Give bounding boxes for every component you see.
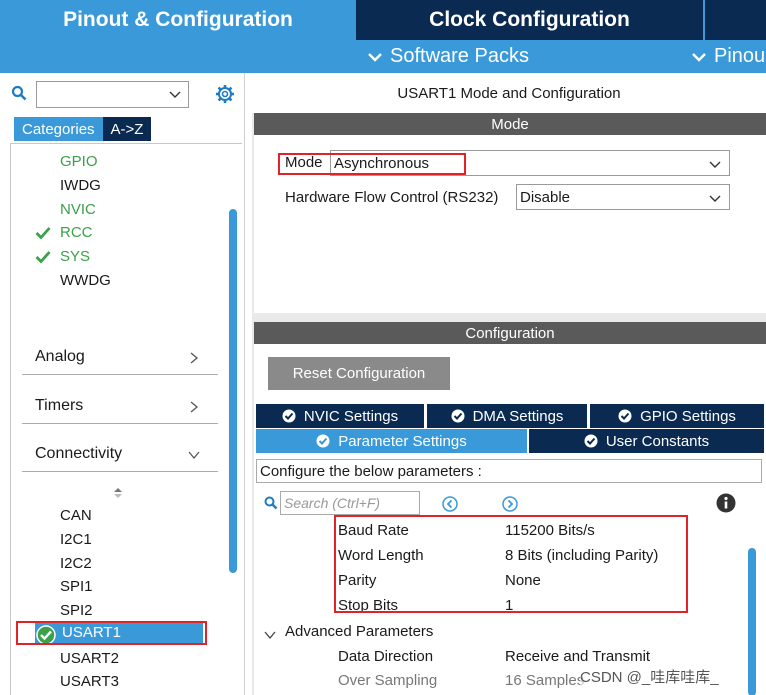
configuration-section: Reset Configuration NVIC Settings DMA Se… xyxy=(254,344,766,695)
pinout-menu[interactable]: Pinou xyxy=(692,40,765,73)
list-item-wwdg[interactable]: WWDG xyxy=(60,272,111,289)
chevron-down-icon xyxy=(188,448,200,460)
parameters-scrollbar[interactable] xyxy=(748,548,756,695)
category-tabs: Categories A->Z xyxy=(14,117,152,141)
tab-label: DMA Settings xyxy=(472,407,564,425)
tab-parameter-settings[interactable]: Parameter Settings xyxy=(256,429,527,453)
highlight-box xyxy=(16,621,207,645)
usart1-configuration-panel: USART1 Mode and Configuration Mode Mode … xyxy=(252,73,766,695)
sidebar-search-input[interactable] xyxy=(36,81,189,108)
parameter-search-input[interactable]: Search (Ctrl+F) xyxy=(280,491,420,515)
sort-icon[interactable] xyxy=(113,486,123,498)
check-circle-icon xyxy=(282,409,296,423)
group-analog[interactable]: Analog xyxy=(22,335,218,375)
list-item-iwdg[interactable]: IWDG xyxy=(60,177,101,194)
flow-control-select[interactable]: Disable xyxy=(516,184,730,210)
tab-label: Parameter Settings xyxy=(338,432,467,450)
check-icon xyxy=(35,226,51,240)
advanced-parameters-group[interactable]: Advanced Parameters xyxy=(285,623,433,640)
software-packs-label: Software Packs xyxy=(390,45,529,67)
tab-a-z[interactable]: A->Z xyxy=(102,117,152,141)
chevron-down-icon xyxy=(368,47,382,67)
param-over-sampling-label: Over Sampling xyxy=(338,672,438,689)
list-item-spi1[interactable]: SPI1 xyxy=(60,578,93,595)
category-sidebar: Categories A->Z GPIO IWDG NVIC RCC SYS W… xyxy=(0,73,245,695)
software-packs-menu[interactable]: Software Packs xyxy=(368,40,529,73)
tab-next[interactable] xyxy=(705,0,766,40)
check-icon xyxy=(35,250,51,264)
highlight-box xyxy=(278,153,466,175)
chevron-right-icon xyxy=(188,351,200,364)
tab-pinout-configuration[interactable]: Pinout & Configuration xyxy=(0,0,356,40)
list-item-i2c1[interactable]: I2C1 xyxy=(60,531,92,548)
previous-match-icon[interactable] xyxy=(442,496,458,512)
chevron-down-icon xyxy=(708,191,722,205)
sidebar-scrollbar[interactable] xyxy=(229,209,237,573)
check-circle-icon xyxy=(584,434,598,448)
param-over-sampling-value[interactable]: 16 Samples xyxy=(505,672,584,689)
list-item-i2c2[interactable]: I2C2 xyxy=(60,555,92,572)
param-data-direction-value[interactable]: Receive and Transmit xyxy=(505,648,650,665)
mode-section-header: Mode xyxy=(254,113,766,135)
info-icon[interactable] xyxy=(716,493,736,513)
search-icon[interactable] xyxy=(264,496,278,510)
group-label: Timers xyxy=(35,397,84,414)
chevron-down-icon[interactable] xyxy=(168,87,182,101)
flow-control-value: Disable xyxy=(520,188,571,206)
chevron-down-icon[interactable] xyxy=(264,628,276,640)
check-circle-icon xyxy=(451,409,465,423)
configuration-section-header: Configuration xyxy=(254,322,766,344)
group-label: Connectivity xyxy=(35,445,123,462)
list-item-gpio[interactable]: GPIO xyxy=(60,153,98,170)
reset-configuration-button[interactable]: Reset Configuration xyxy=(268,357,450,390)
list-item-rcc[interactable]: RCC xyxy=(60,224,93,241)
check-circle-icon xyxy=(316,434,330,448)
configure-hint: Configure the below parameters : xyxy=(256,459,762,483)
top-tab-bar: Pinout & Configuration Clock Configurati… xyxy=(0,0,766,73)
list-item-nvic[interactable]: NVIC xyxy=(60,201,96,218)
list-item-can[interactable]: CAN xyxy=(60,507,92,524)
tab-clock-configuration[interactable]: Clock Configuration xyxy=(356,0,703,40)
tab-categories[interactable]: Categories xyxy=(14,117,103,141)
tab-label: NVIC Settings xyxy=(303,407,399,425)
next-match-icon[interactable] xyxy=(502,496,518,512)
chevron-down-icon xyxy=(708,157,722,171)
param-data-direction-label: Data Direction xyxy=(338,648,434,665)
chevron-right-icon xyxy=(188,400,200,413)
list-item-usart2[interactable]: USART2 xyxy=(60,650,119,667)
watermark: CSDN @_哇库哇库_ xyxy=(580,666,719,687)
group-label: Analog xyxy=(35,348,85,365)
list-item-sys[interactable]: SYS xyxy=(60,248,90,265)
sidebar-search-row xyxy=(0,77,245,109)
tab-dma-settings[interactable]: DMA Settings xyxy=(427,404,587,428)
pinout-menu-label: Pinou xyxy=(714,45,766,67)
list-item-spi2[interactable]: SPI2 xyxy=(60,602,93,619)
highlight-box xyxy=(334,515,688,613)
group-timers[interactable]: Timers xyxy=(22,384,218,424)
panel-title: USART1 Mode and Configuration xyxy=(252,73,766,113)
tab-nvic-settings[interactable]: NVIC Settings xyxy=(256,404,424,428)
tab-gpio-settings[interactable]: GPIO Settings xyxy=(590,404,764,428)
tab-user-constants[interactable]: User Constants xyxy=(529,429,764,453)
gear-icon[interactable] xyxy=(214,83,236,105)
sub-menu-bar: Software Packs Pinou xyxy=(0,40,766,73)
list-item-usart3[interactable]: USART3 xyxy=(60,673,119,690)
group-connectivity[interactable]: Connectivity xyxy=(22,432,218,472)
flow-control-label: Hardware Flow Control (RS232) xyxy=(285,189,499,206)
tab-label: GPIO Settings xyxy=(640,407,736,425)
main-tabs: Pinout & Configuration Clock Configurati… xyxy=(0,0,766,40)
tab-label: User Constants xyxy=(605,432,710,450)
search-icon[interactable] xyxy=(11,85,27,101)
chevron-down-icon xyxy=(692,47,706,67)
check-circle-icon xyxy=(618,409,632,423)
